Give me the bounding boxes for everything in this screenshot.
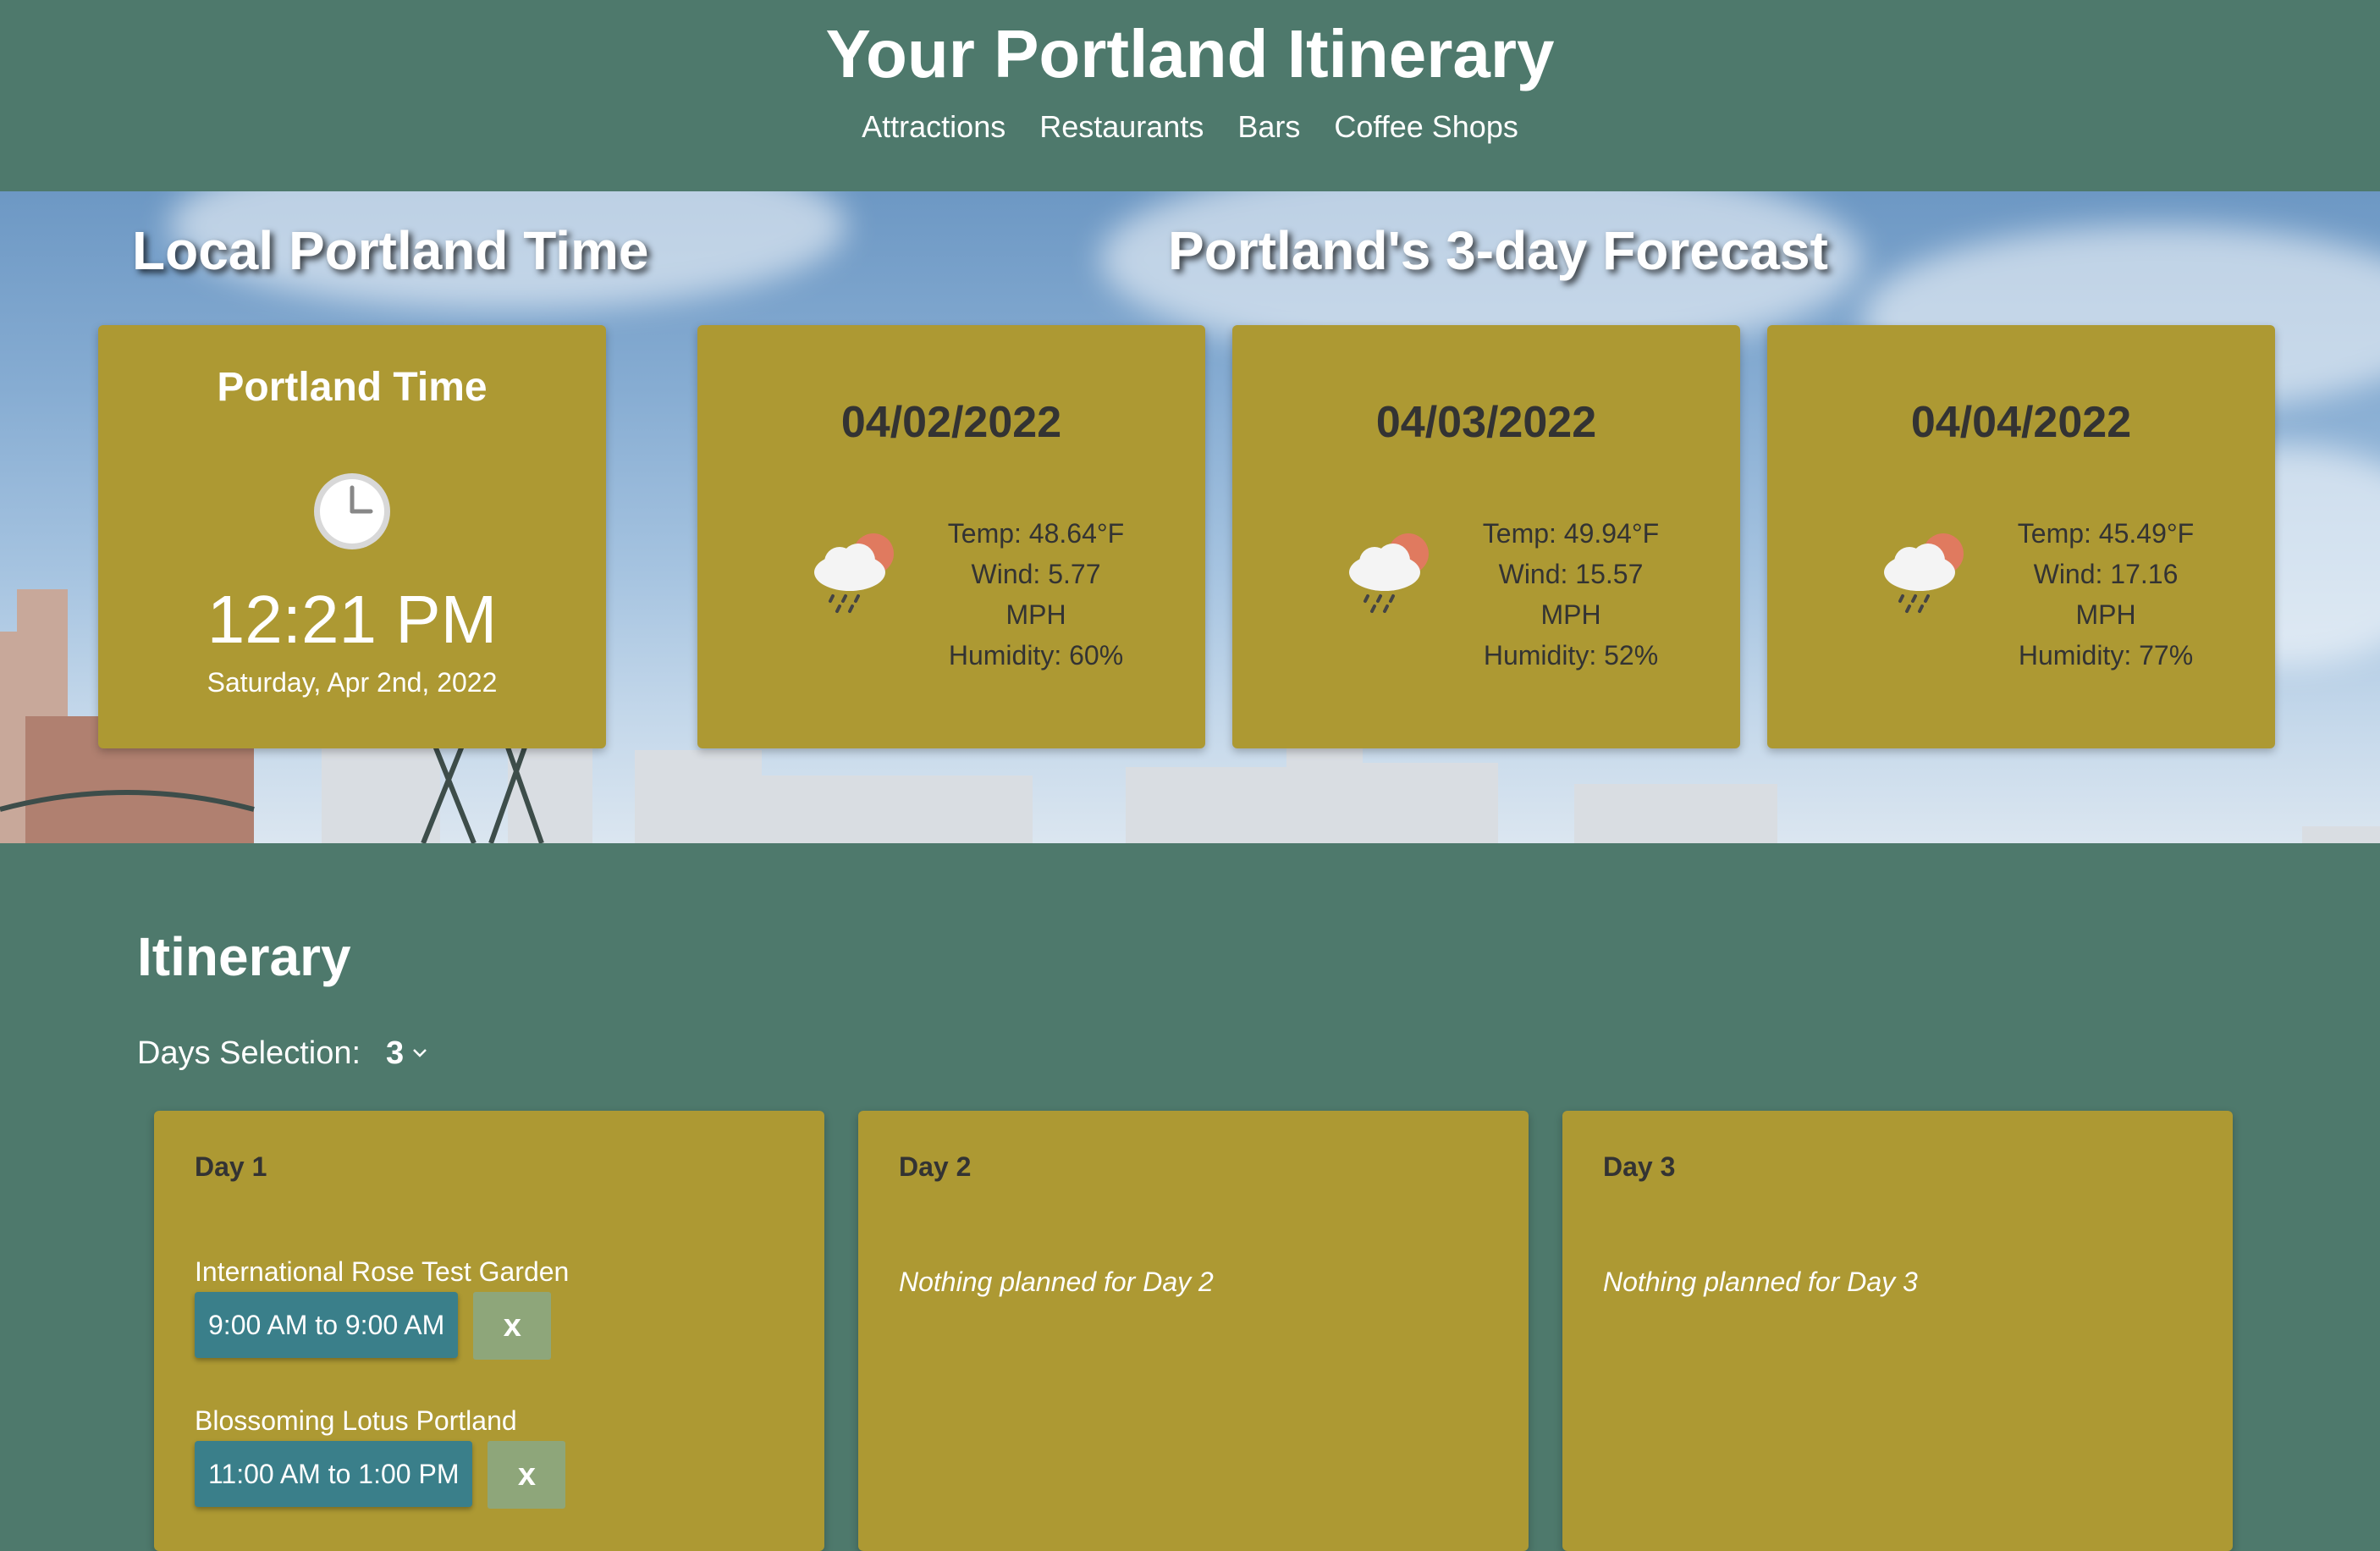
day-title: Day 3 [1603, 1151, 1676, 1182]
clock-icon [314, 473, 390, 549]
hero-section: Local Portland Time Portland's 3-day For… [0, 191, 2380, 843]
nav-coffee-shops[interactable]: Coffee Shops [1334, 103, 1518, 151]
portland-time-card: Portland Time 12:21 PM Saturday, Apr 2nd… [98, 325, 606, 748]
forecast-wind: Wind: 5.77 [971, 559, 1101, 589]
forecast-details: Temp: 49.94°F Wind: 15.57 MPH Humidity: … [1444, 513, 1698, 676]
event-time-button[interactable]: 11:00 AM to 1:00 PM [195, 1441, 473, 1507]
itinerary-event: International Rose Test Garden 9:00 AM t… [195, 1253, 569, 1360]
itinerary-title: Itinerary [137, 926, 351, 987]
nav-bars[interactable]: Bars [1237, 103, 1300, 151]
forecast-humidity: Humidity: 52% [1483, 640, 1659, 671]
chevron-down-icon [413, 1049, 427, 1057]
nav-restaurants[interactable]: Restaurants [1039, 103, 1204, 151]
days-selection-label: Days Selection: [137, 1035, 361, 1071]
day-card: Day 1 International Rose Test Garden 9:0… [154, 1111, 824, 1551]
forecast-wind: Wind: 17.16 [2033, 559, 2179, 589]
forecast-temp: Temp: 45.49°F [2017, 518, 2195, 549]
remove-event-button[interactable]: x [473, 1292, 552, 1360]
forecast-card: 04/03/2022 Temp: 49.94°F Wind: 15.57 MPH… [1232, 325, 1740, 748]
forecast-humidity: Humidity: 60% [948, 640, 1124, 671]
remove-event-button[interactable]: x [488, 1441, 566, 1509]
time-card-title: Portland Time [217, 365, 488, 410]
time-section-heading: Local Portland Time [132, 220, 649, 281]
day-title: Day 1 [195, 1151, 267, 1182]
days-selection: Days Selection: 3 [137, 1029, 427, 1077]
current-date: Saturday, Apr 2nd, 2022 [207, 667, 498, 698]
days-select-value: 3 [386, 1035, 405, 1071]
site-title: Your Portland Itinerary [825, 16, 1555, 91]
site-header: Your Portland Itinerary Attractions Rest… [0, 0, 2380, 191]
empty-day-message: Nothing planned for Day 2 [899, 1267, 1214, 1297]
event-name: Blossoming Lotus Portland [195, 1405, 517, 1436]
current-time: 12:21 PM [207, 582, 498, 657]
forecast-card: 04/02/2022 Temp: 48.64°F Wind: 5.77 MPH … [697, 325, 1205, 748]
forecast-temp: Temp: 48.64°F [947, 518, 1125, 549]
forecast-wind: Wind: 15.57 [1498, 559, 1644, 589]
forecast-date: 04/03/2022 [1375, 398, 1597, 447]
rain-cloud-sun-icon [1349, 533, 1429, 613]
forecast-details: Temp: 45.49°F Wind: 17.16 MPH Humidity: … [1979, 513, 2233, 676]
day-card: Day 3 Nothing planned for Day 3 [1562, 1111, 2233, 1551]
empty-day-message: Nothing planned for Day 3 [1603, 1267, 1918, 1297]
day-title: Day 2 [899, 1151, 972, 1182]
forecast-date: 04/04/2022 [1910, 398, 2132, 447]
itinerary-event: Blossoming Lotus Portland 11:00 AM to 1:… [195, 1402, 566, 1509]
forecast-wind-unit: MPH [1005, 599, 1066, 630]
forecast-humidity: Humidity: 77% [2018, 640, 2194, 671]
forecast-heading: Portland's 3-day Forecast [1168, 220, 1828, 281]
nav-attractions[interactable]: Attractions [862, 103, 1005, 151]
main-nav: Attractions Restaurants Bars Coffee Shop… [0, 103, 2380, 151]
event-name: International Rose Test Garden [195, 1256, 570, 1287]
event-time-button[interactable]: 9:00 AM to 9:00 AM [195, 1292, 459, 1358]
forecast-details: Temp: 48.64°F Wind: 5.77 MPH Humidity: 6… [909, 513, 1163, 676]
forecast-card: 04/04/2022 Temp: 45.49°F Wind: 17.16 MPH… [1767, 325, 2275, 748]
days-select[interactable]: 3 [386, 1029, 427, 1077]
forecast-wind-unit: MPH [2075, 599, 2136, 630]
forecast-date: 04/02/2022 [840, 398, 1062, 447]
rain-cloud-sun-icon [1884, 533, 1964, 613]
forecast-temp: Temp: 49.94°F [1482, 518, 1660, 549]
forecast-wind-unit: MPH [1540, 599, 1601, 630]
rain-cloud-sun-icon [814, 533, 894, 613]
day-card: Day 2 Nothing planned for Day 2 [858, 1111, 1529, 1551]
